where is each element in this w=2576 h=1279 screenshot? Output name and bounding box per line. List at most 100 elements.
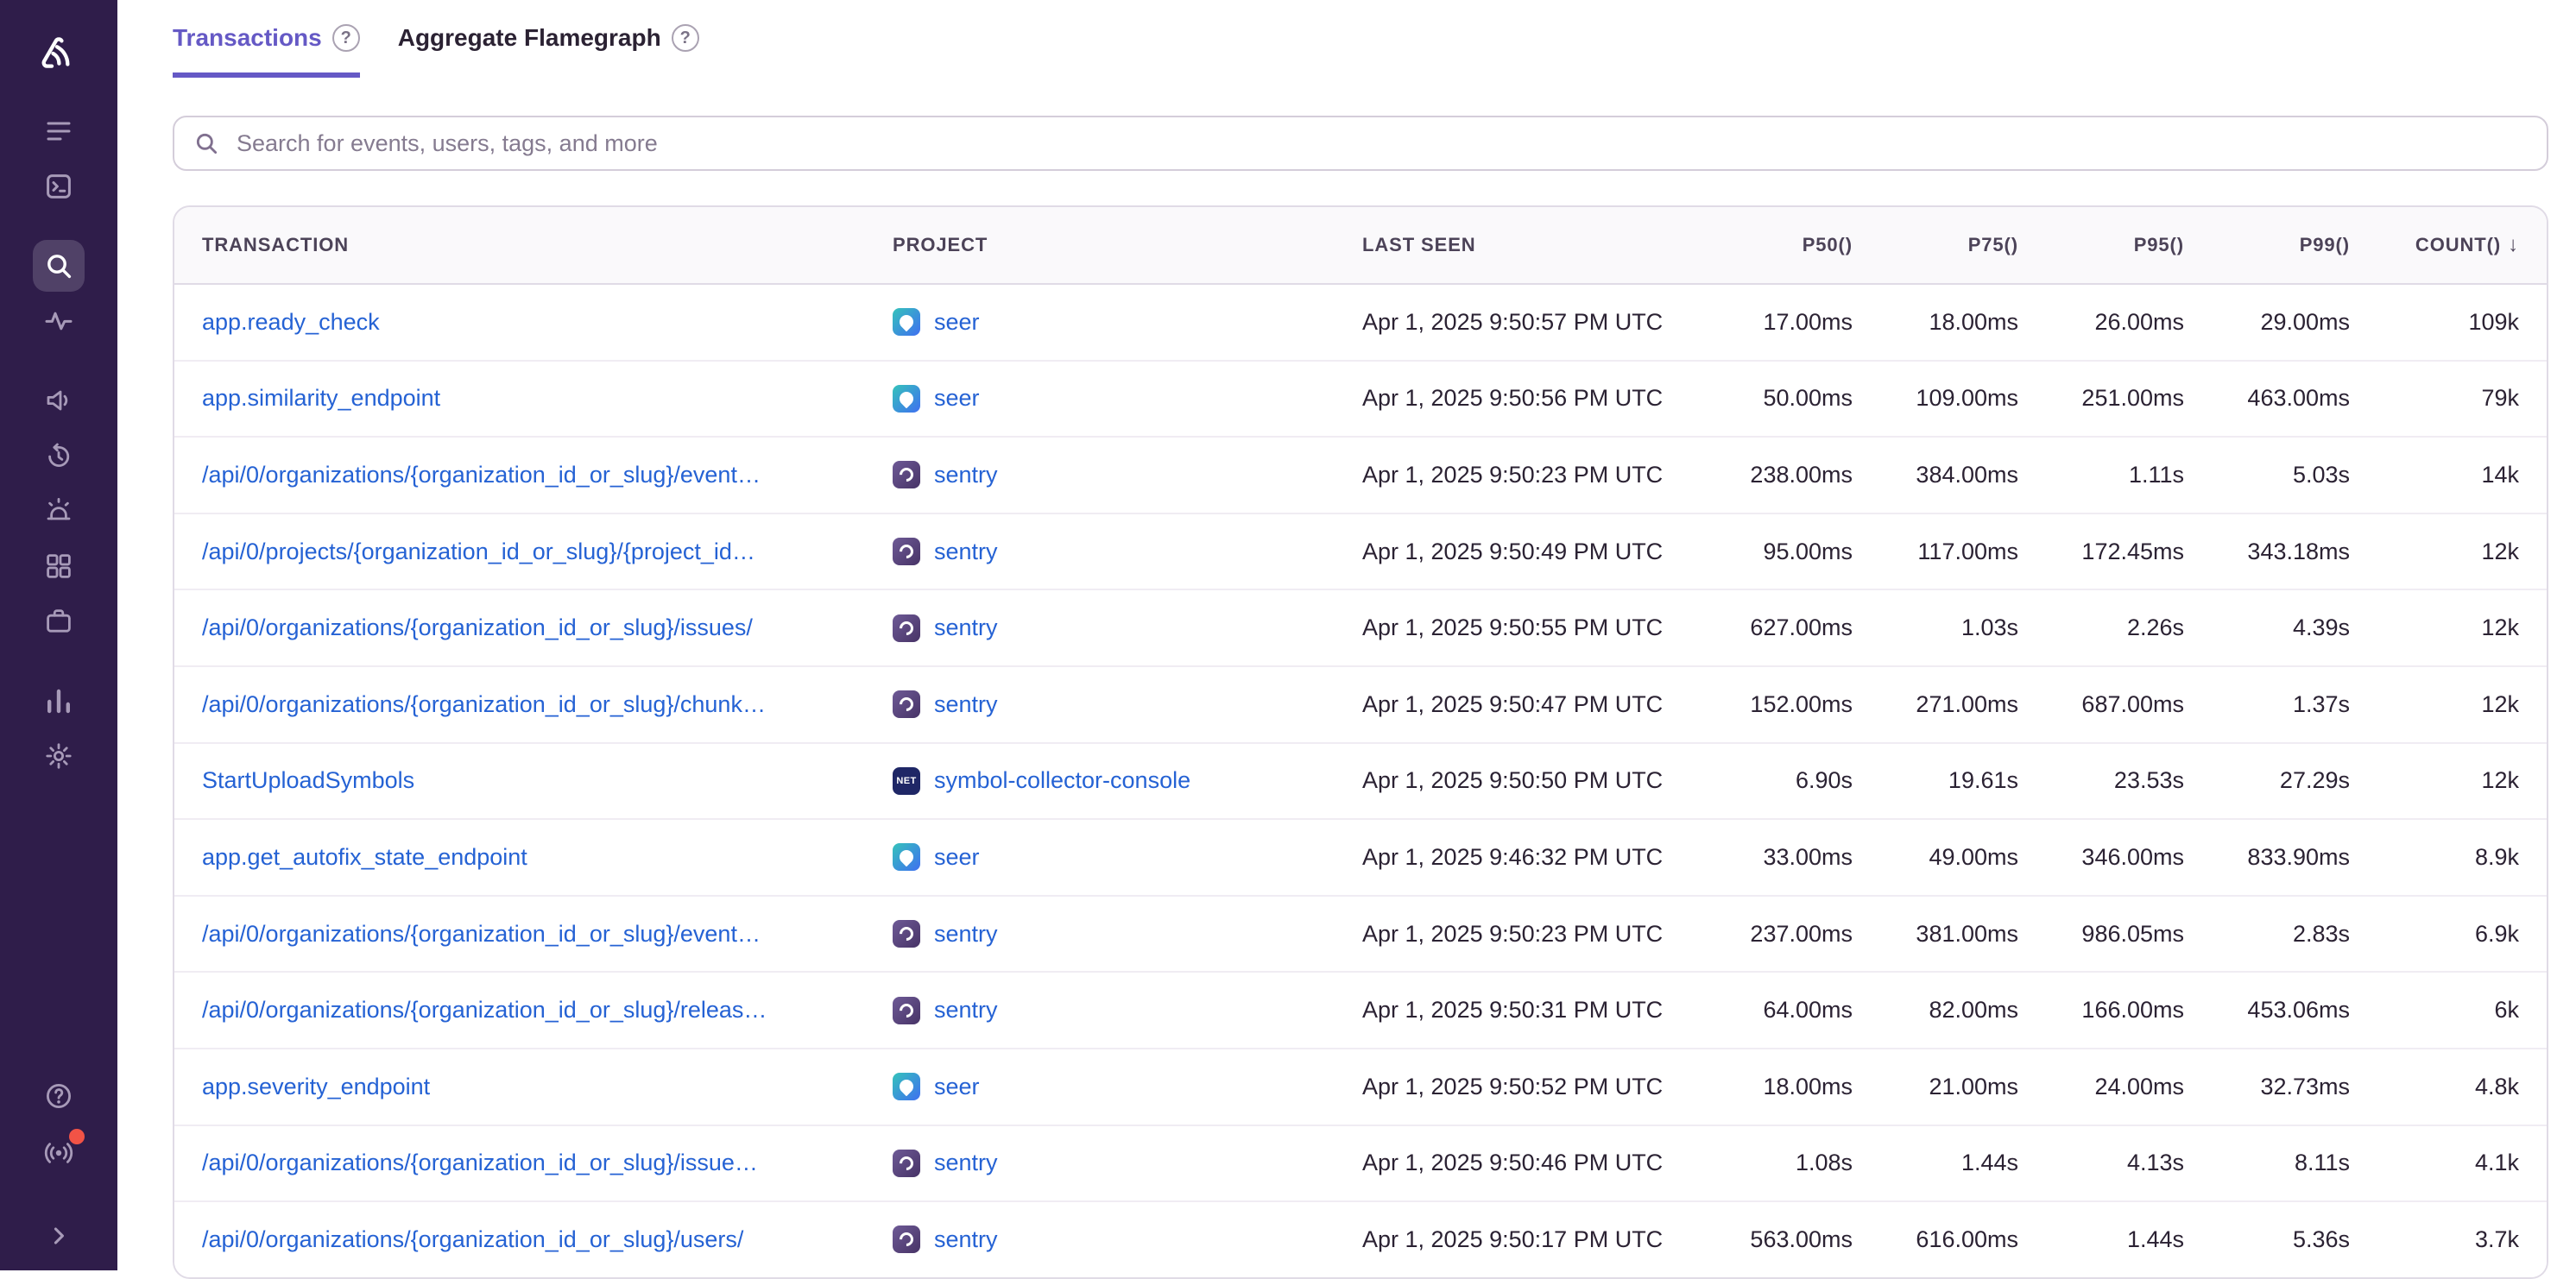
transaction-link[interactable]: /api/0/organizations/{organization_id_or… bbox=[202, 614, 753, 640]
p75-cell: 1.03s bbox=[1880, 614, 2046, 641]
column-header-project[interactable]: PROJECT bbox=[865, 234, 1335, 256]
sidebar-item-explore[interactable] bbox=[33, 240, 85, 292]
table-body: app.ready_check seer Apr 1, 2025 9:50:57… bbox=[174, 285, 2547, 1277]
sentry-logo[interactable] bbox=[29, 24, 88, 83]
project-cell: sentry bbox=[865, 461, 1335, 488]
transaction-link[interactable]: /api/0/organizations/{organization_id_or… bbox=[202, 921, 761, 947]
project-link[interactable]: sentry bbox=[934, 997, 998, 1024]
project-link[interactable]: sentry bbox=[934, 691, 998, 718]
tab-transactions[interactable]: Transactions ? bbox=[173, 24, 360, 78]
p50-cell: 95.00ms bbox=[1714, 539, 1880, 565]
count-cell: 8.9k bbox=[2377, 844, 2547, 871]
sidebar-item-projects[interactable] bbox=[33, 161, 85, 212]
transaction-link[interactable]: /api/0/organizations/{organization_id_or… bbox=[202, 1150, 758, 1175]
tab-aggregate-flamegraph[interactable]: Aggregate Flamegraph ? bbox=[398, 24, 699, 78]
search-input[interactable] bbox=[233, 129, 2528, 159]
p75-cell: 1.44s bbox=[1880, 1150, 2046, 1176]
p95-cell: 166.00ms bbox=[2046, 997, 2212, 1024]
sidebar-item-replays[interactable] bbox=[33, 430, 85, 482]
project-link[interactable]: seer bbox=[934, 385, 980, 412]
sidebar-item-feedback[interactable] bbox=[33, 375, 85, 426]
project-link[interactable]: symbol-collector-console bbox=[934, 767, 1190, 794]
transaction-link[interactable]: /api/0/organizations/{organization_id_or… bbox=[202, 997, 767, 1023]
count-cell: 12k bbox=[2377, 539, 2547, 565]
sidebar-nav bbox=[33, 104, 85, 784]
table-row: app.get_autofix_state_endpoint seer Apr … bbox=[174, 820, 2547, 897]
project-badge bbox=[893, 920, 920, 948]
count-cell: 12k bbox=[2377, 614, 2547, 641]
p75-cell: 616.00ms bbox=[1880, 1226, 2046, 1253]
sidebar-item-releases[interactable] bbox=[33, 595, 85, 647]
p50-cell: 563.00ms bbox=[1714, 1226, 1880, 1253]
issues-icon bbox=[43, 116, 74, 147]
table-row: /api/0/organizations/{organization_id_or… bbox=[174, 667, 2547, 744]
column-header-p75[interactable]: P75() bbox=[1880, 234, 2046, 256]
project-link[interactable]: sentry bbox=[934, 539, 998, 565]
sidebar-item-performance[interactable] bbox=[33, 295, 85, 347]
help-icon[interactable]: ? bbox=[332, 24, 360, 52]
column-header-p95[interactable]: P95() bbox=[2046, 234, 2212, 256]
column-header-count[interactable]: COUNT() ↓ bbox=[2377, 233, 2547, 257]
project-link[interactable]: sentry bbox=[934, 921, 998, 948]
transaction-link[interactable]: app.ready_check bbox=[202, 309, 380, 335]
project-link[interactable]: sentry bbox=[934, 462, 998, 488]
project-badge bbox=[893, 614, 920, 642]
p95-cell: 26.00ms bbox=[2046, 309, 2212, 336]
last-seen-cell: Apr 1, 2025 9:50:23 PM UTC bbox=[1335, 462, 1714, 488]
project-link[interactable]: sentry bbox=[934, 614, 998, 641]
count-cell: 4.1k bbox=[2377, 1150, 2547, 1176]
p99-cell: 32.73ms bbox=[2212, 1074, 2377, 1100]
sidebar-item-settings[interactable] bbox=[33, 730, 85, 782]
p95-cell: 687.00ms bbox=[2046, 691, 2212, 718]
p50-cell: 237.00ms bbox=[1714, 921, 1880, 948]
last-seen-cell: Apr 1, 2025 9:50:46 PM UTC bbox=[1335, 1150, 1714, 1176]
sidebar-item-stats[interactable] bbox=[33, 675, 85, 727]
sidebar bbox=[0, 0, 117, 1270]
count-cell: 109k bbox=[2377, 309, 2547, 336]
transaction-link[interactable]: /api/0/organizations/{organization_id_or… bbox=[202, 1226, 743, 1252]
p99-cell: 27.29s bbox=[2212, 767, 2377, 794]
p50-cell: 64.00ms bbox=[1714, 997, 1880, 1024]
count-cell: 12k bbox=[2377, 691, 2547, 718]
transaction-link[interactable]: /api/0/organizations/{organization_id_or… bbox=[202, 462, 761, 488]
sidebar-item-issues[interactable] bbox=[33, 105, 85, 157]
tab-transactions-label: Transactions bbox=[173, 24, 322, 52]
project-cell: sentry bbox=[865, 1150, 1335, 1177]
sidebar-item-whats-new[interactable] bbox=[33, 1127, 85, 1179]
column-header-transaction[interactable]: TRANSACTION bbox=[174, 234, 865, 256]
p99-cell: 463.00ms bbox=[2212, 385, 2377, 412]
help-circle-icon bbox=[43, 1081, 74, 1112]
transaction-link[interactable]: /api/0/projects/{organization_id_or_slug… bbox=[202, 539, 755, 564]
transaction-cell: /api/0/organizations/{organization_id_or… bbox=[174, 614, 865, 641]
sidebar-item-help[interactable] bbox=[33, 1070, 85, 1122]
project-link[interactable]: seer bbox=[934, 1074, 980, 1100]
transaction-link[interactable]: app.get_autofix_state_endpoint bbox=[202, 844, 527, 870]
column-header-last-seen[interactable]: LAST SEEN bbox=[1335, 234, 1714, 256]
project-link[interactable]: seer bbox=[934, 309, 980, 336]
project-link[interactable]: seer bbox=[934, 844, 980, 871]
transaction-link[interactable]: app.similarity_endpoint bbox=[202, 385, 440, 411]
table-row: /api/0/organizations/{organization_id_or… bbox=[174, 590, 2547, 667]
project-link[interactable]: sentry bbox=[934, 1226, 998, 1253]
project-link[interactable]: sentry bbox=[934, 1150, 998, 1176]
transaction-cell: app.similarity_endpoint bbox=[174, 385, 865, 412]
p50-cell: 33.00ms bbox=[1714, 844, 1880, 871]
transaction-link[interactable]: StartUploadSymbols bbox=[202, 767, 414, 793]
search-icon bbox=[43, 250, 74, 281]
history-clock-icon bbox=[43, 440, 74, 471]
siren-icon bbox=[43, 495, 74, 526]
sidebar-item-alerts[interactable] bbox=[33, 485, 85, 537]
sidebar-collapse-button[interactable] bbox=[33, 1210, 85, 1262]
project-badge bbox=[893, 461, 920, 488]
count-label: COUNT() bbox=[2415, 234, 2501, 256]
column-header-p99[interactable]: P99() bbox=[2212, 234, 2377, 256]
last-seen-cell: Apr 1, 2025 9:50:57 PM UTC bbox=[1335, 309, 1714, 336]
table-row: app.ready_check seer Apr 1, 2025 9:50:57… bbox=[174, 285, 2547, 362]
chevron-right-icon bbox=[45, 1222, 73, 1250]
help-icon[interactable]: ? bbox=[672, 24, 699, 52]
transaction-link[interactable]: app.severity_endpoint bbox=[202, 1074, 430, 1099]
sidebar-item-dashboards[interactable] bbox=[33, 540, 85, 592]
column-header-p50[interactable]: P50() bbox=[1714, 234, 1880, 256]
app: Transactions ? Aggregate Flamegraph ? TR… bbox=[0, 0, 2576, 1270]
transaction-link[interactable]: /api/0/organizations/{organization_id_or… bbox=[202, 691, 766, 717]
